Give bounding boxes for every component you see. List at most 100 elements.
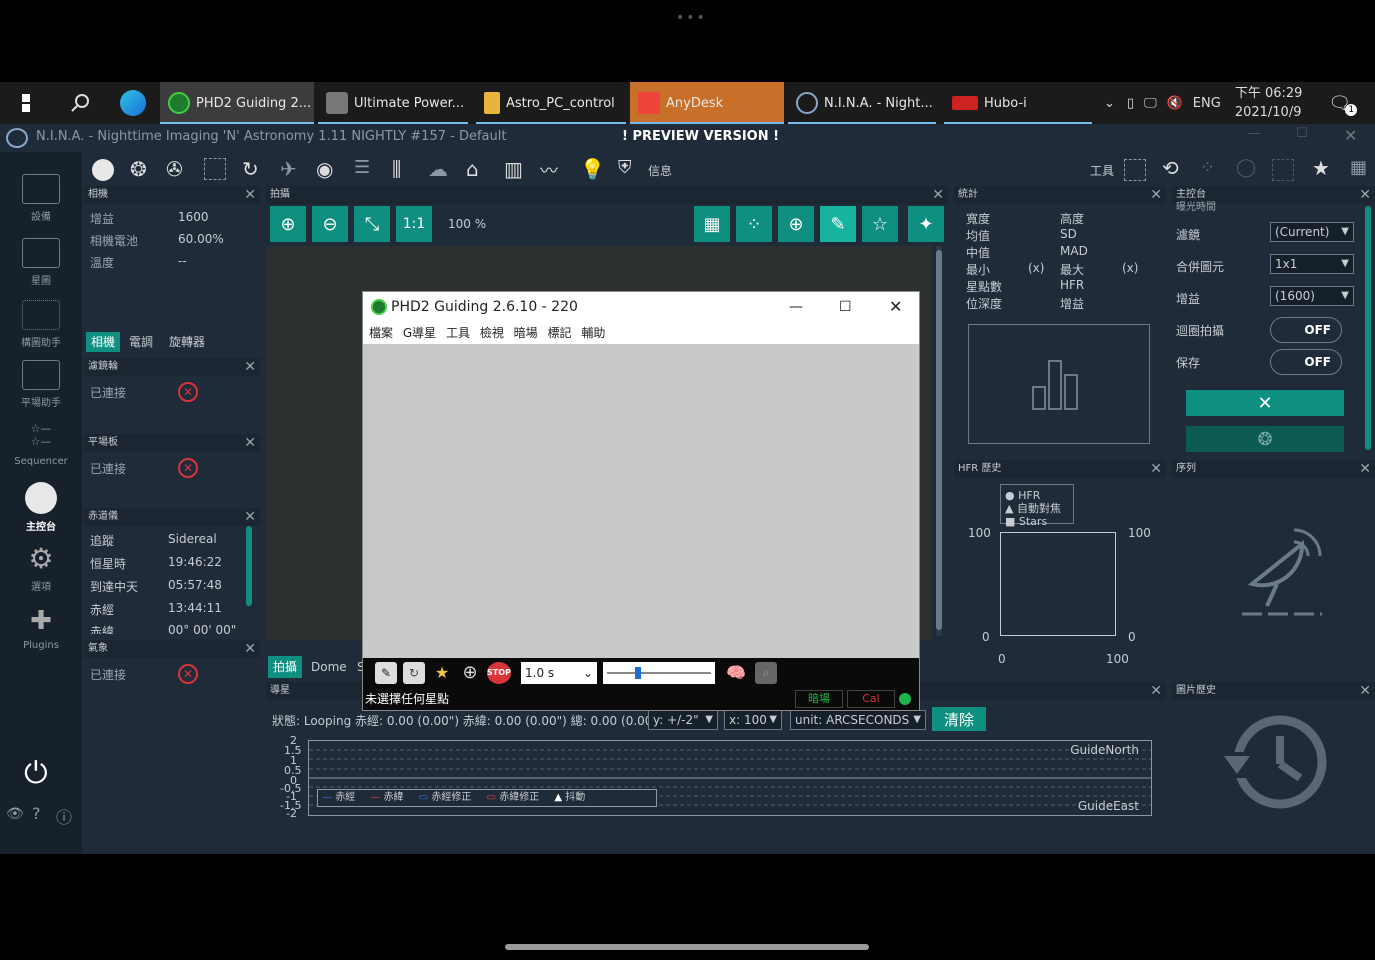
star-frame-icon[interactable]: [1124, 159, 1146, 181]
phd2-camera-image[interactable]: [363, 344, 919, 658]
auto-select-star-icon[interactable]: ★: [431, 662, 453, 684]
menu-bookmarks[interactable]: 標記: [548, 326, 572, 340]
observatory-icon[interactable]: ⌂: [466, 157, 479, 181]
maximize-icon[interactable]: ☐: [839, 292, 852, 322]
close-icon[interactable]: ✕: [1150, 682, 1162, 700]
power-icon[interactable]: ⏻: [24, 756, 48, 791]
loop-icon[interactable]: ↻: [403, 662, 425, 684]
sliders-icon[interactable]: ⫼: [392, 157, 401, 181]
menu-darks[interactable]: 暗場: [514, 326, 538, 340]
close-icon[interactable]: ✕: [1359, 682, 1371, 700]
close-icon[interactable]: ✕: [244, 186, 256, 204]
nav-equipment[interactable]: 設備: [0, 174, 82, 223]
chevron-up-icon[interactable]: ⌄: [1104, 96, 1115, 111]
aperture-icon[interactable]: ❂: [130, 157, 147, 181]
minimize-icon[interactable]: —: [1248, 126, 1261, 141]
tab-dome[interactable]: Dome: [306, 656, 352, 678]
menu-view[interactable]: 檢視: [480, 326, 504, 340]
grid-overlay-button[interactable]: ▦: [694, 206, 730, 242]
telescope-icon[interactable]: ✈: [280, 157, 297, 181]
unit-select[interactable]: unit: ARCSECONDS ▼: [790, 710, 926, 730]
taskbar-item-nina[interactable]: N.I.N.A. - Night...: [788, 82, 936, 124]
zoom-in-button[interactable]: ⊕: [270, 206, 306, 242]
grid-icon[interactable]: ▦: [1350, 157, 1367, 178]
graph-icon[interactable]: 〰: [540, 157, 558, 183]
scrollbar[interactable]: [936, 246, 942, 636]
debayer-button[interactable]: ✦: [908, 206, 944, 242]
crosshair-button[interactable]: ⊕: [778, 206, 814, 242]
close-icon[interactable]: ✕: [1150, 460, 1162, 478]
scrollbar[interactable]: [246, 526, 252, 606]
language-indicator[interactable]: ENG: [1193, 96, 1221, 111]
close-icon[interactable]: ✕: [1150, 186, 1162, 204]
info-icon[interactable]: ⓘ: [56, 804, 72, 828]
scrollbar[interactable]: [1365, 206, 1371, 450]
exposure-select[interactable]: 1.0 s ⌄: [521, 662, 597, 684]
focus-frame-icon[interactable]: [204, 158, 226, 180]
scope-icon[interactable]: ⌕: [755, 662, 777, 684]
binning-select[interactable]: 1x1 ▼: [1270, 254, 1354, 274]
taskbar-item-astro-pc-control[interactable]: Astro_PC_control: [476, 82, 626, 124]
brain-icon[interactable]: 🧠: [725, 662, 747, 684]
nav-imaging[interactable]: 主控台: [0, 482, 82, 533]
network-icon[interactable]: 🖵: [1144, 96, 1157, 111]
autofocus-icon[interactable]: [1272, 159, 1294, 181]
info-label[interactable]: 信息: [648, 162, 672, 179]
gamma-slider[interactable]: [603, 662, 715, 684]
windows-start-icon[interactable]: [14, 82, 38, 124]
nav-plugins[interactable]: ✚ Plugins: [0, 606, 82, 651]
menu-help[interactable]: 輔助: [581, 326, 605, 340]
menu-file[interactable]: 檔案: [369, 326, 393, 340]
history-icon[interactable]: ⟲: [1162, 156, 1179, 180]
rotator-icon[interactable]: ↻: [242, 157, 259, 181]
nav-sky-atlas[interactable]: 星圖: [0, 238, 82, 287]
bar-chart-icon[interactable]: ▥: [504, 157, 523, 181]
tab-imaging[interactable]: 拍攝: [268, 656, 303, 678]
cloud-icon[interactable]: ☁: [428, 157, 448, 181]
shield-icon[interactable]: ⛨: [618, 157, 632, 178]
volume-muted-icon[interactable]: 🔇: [1167, 96, 1183, 111]
x-scale-select[interactable]: x: 100 ▼: [724, 710, 782, 730]
notification-icon[interactable]: 🗨 1: [1328, 93, 1358, 116]
tab-focuser[interactable]: 電調: [124, 332, 158, 352]
switch-icon[interactable]: ☰: [354, 157, 370, 178]
filter-select[interactable]: (Current) ▼: [1270, 222, 1354, 242]
star-icon[interactable]: ★: [1312, 156, 1330, 180]
cancel-exposure-button[interactable]: ✕: [1186, 390, 1344, 416]
taskbar-item-anydesk[interactable]: AnyDesk: [630, 82, 784, 124]
nav-framing[interactable]: 構圖助手: [0, 300, 82, 349]
help-icon[interactable]: ?: [32, 804, 41, 823]
star-detect-button[interactable]: ⁘: [736, 206, 772, 242]
nav-options[interactable]: ⚙ 選項: [0, 544, 82, 594]
gain-select[interactable]: (1600) ▼: [1270, 286, 1354, 306]
close-icon[interactable]: ✕: [1359, 186, 1371, 204]
stop-icon[interactable]: STOP: [487, 662, 511, 684]
close-icon[interactable]: ✕: [889, 292, 902, 322]
zoom-1to1-button[interactable]: 1:1: [396, 206, 432, 242]
tab-rotator[interactable]: 旋轉器: [164, 332, 210, 352]
close-icon[interactable]: ✕: [244, 358, 256, 376]
close-icon[interactable]: ✕: [244, 640, 256, 658]
y-scale-select[interactable]: y: +/-2" ▼: [648, 710, 718, 730]
clock[interactable]: 下午 06:29 2021/10/9: [1235, 84, 1303, 122]
zoom-out-button[interactable]: ⊖: [312, 206, 348, 242]
maximize-icon[interactable]: ☐: [1296, 126, 1308, 141]
tools-label[interactable]: 工具: [1090, 162, 1114, 179]
guider-icon[interactable]: ◉: [316, 157, 333, 181]
close-icon[interactable]: ✕: [244, 434, 256, 452]
edge-browser-icon[interactable]: [112, 82, 154, 124]
taskbar-item-ultimate-power[interactable]: Ultimate Power...: [318, 82, 468, 124]
guide-icon[interactable]: ⊕: [459, 662, 481, 684]
device-icon[interactable]: ▯: [1127, 96, 1134, 111]
menu-guide[interactable]: G導星: [403, 326, 436, 340]
moon-icon[interactable]: [92, 159, 114, 181]
save-toggle[interactable]: OFF: [1270, 349, 1342, 375]
minimize-icon[interactable]: —: [789, 292, 803, 322]
taskbar-item-hubo[interactable]: Hubo-i: [944, 82, 1092, 124]
close-icon[interactable]: ✕: [1344, 126, 1357, 145]
close-icon[interactable]: ✕: [244, 508, 256, 526]
lightbulb-icon[interactable]: 💡: [580, 157, 605, 181]
taskbar-item-phd2[interactable]: PHD2 Guiding 2...: [160, 82, 314, 124]
menu-tools[interactable]: 工具: [446, 326, 470, 340]
star-detect-icon[interactable]: ⁘: [1200, 157, 1215, 178]
